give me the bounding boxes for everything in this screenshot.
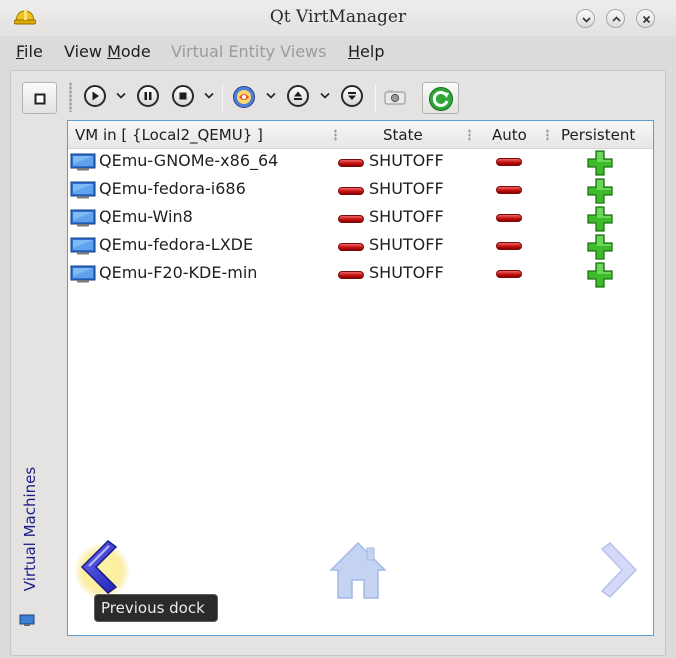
stop-button[interactable] <box>172 85 194 107</box>
home-icon[interactable] <box>327 540 389 602</box>
maximize-icon <box>612 16 621 22</box>
menu-bar: File View Mode Virtual Entity Views Help <box>0 38 676 66</box>
eject-button[interactable] <box>287 85 309 107</box>
vm-name: QEmu-fedora-LXDE <box>99 235 254 254</box>
virt-viewer-icon[interactable] <box>232 85 256 109</box>
shutoff-state-icon <box>338 271 364 279</box>
column-header-auto[interactable]: Auto <box>492 126 527 144</box>
stop-menu-chevron-icon[interactable] <box>204 92 214 100</box>
vm-list-panel: VM in [ {Local2_QEMU} ] State Auto Persi… <box>67 120 654 636</box>
snapshot-icon[interactable] <box>384 89 406 105</box>
eject-icon <box>294 91 302 100</box>
menu-help[interactable]: Help <box>348 42 384 61</box>
table-row[interactable]: QEmu-fedora-i686 SHUTOFF <box>68 177 653 205</box>
toolbar <box>20 78 660 118</box>
window-title: Qt VirtManager <box>269 7 407 27</box>
virtual-machines-dock-tab[interactable]: Virtual Machines <box>14 122 46 634</box>
save-icon <box>348 92 356 100</box>
vm-state: SHUTOFF <box>369 207 444 226</box>
table-header: VM in [ {Local2_QEMU} ] State Auto Persi… <box>68 121 653 149</box>
persistent-plus-icon <box>586 261 614 293</box>
start-button[interactable] <box>84 85 106 107</box>
previous-dock-tooltip: Previous dock <box>94 594 218 622</box>
menu-virtual-entity-views[interactable]: Virtual Entity Views <box>171 42 326 61</box>
close-icon <box>642 15 651 24</box>
minimize-button[interactable] <box>576 9 595 28</box>
autostart-off-icon <box>496 158 522 166</box>
column-resize-handle[interactable] <box>546 129 549 141</box>
table-row[interactable]: QEmu-fedora-LXDE SHUTOFF <box>68 233 653 261</box>
toolbar-separator <box>375 84 376 112</box>
column-resize-handle[interactable] <box>334 129 337 141</box>
autostart-off-icon <box>496 186 522 194</box>
minimize-icon <box>582 17 591 23</box>
vm-monitor-icon <box>70 237 96 259</box>
vm-name: QEmu-GNOMe-x86_64 <box>99 151 279 170</box>
maximize-button[interactable] <box>606 9 625 28</box>
dock-toggle-button[interactable] <box>22 82 57 114</box>
column-header-name[interactable]: VM in [ {Local2_QEMU} ] <box>75 126 263 144</box>
refresh-icon <box>429 87 453 111</box>
vm-state: SHUTOFF <box>369 151 444 170</box>
table-row[interactable]: QEmu-F20-KDE-min SHUTOFF <box>68 261 653 289</box>
menu-view-mode[interactable]: View Mode <box>64 42 151 61</box>
shutoff-state-icon <box>338 187 364 195</box>
vm-monitor-icon <box>70 265 96 287</box>
toolbar-grip[interactable] <box>69 82 72 112</box>
menu-file[interactable]: File <box>16 42 43 61</box>
stop-icon <box>179 92 187 100</box>
column-resize-handle[interactable] <box>468 129 471 141</box>
autostart-off-icon <box>496 242 522 250</box>
start-icon <box>92 91 99 101</box>
autostart-off-icon <box>496 270 522 278</box>
column-header-persistent[interactable]: Persistent <box>561 126 635 144</box>
table-row[interactable]: QEmu-Win8 SHUTOFF <box>68 205 653 233</box>
vm-name: QEmu-fedora-i686 <box>99 179 246 198</box>
vm-monitor-icon <box>70 153 96 175</box>
vm-state: SHUTOFF <box>369 263 444 282</box>
autostart-off-icon <box>496 214 522 222</box>
save-state-button[interactable] <box>341 85 363 107</box>
vm-monitor-icon <box>70 209 96 231</box>
vm-name: QEmu-Win8 <box>99 207 193 226</box>
shutoff-state-icon <box>338 159 364 167</box>
next-dock-icon[interactable] <box>598 539 642 603</box>
shutoff-state-icon <box>338 243 364 251</box>
title-bar: Qt VirtManager <box>0 0 676 36</box>
vm-state: SHUTOFF <box>369 235 444 254</box>
table-row[interactable]: QEmu-GNOMe-x86_64 SHUTOFF <box>68 149 653 177</box>
eject-menu-chevron-icon[interactable] <box>320 92 330 100</box>
vm-monitor-icon <box>70 181 96 203</box>
shutoff-state-icon <box>338 215 364 223</box>
start-menu-chevron-icon[interactable] <box>116 92 126 100</box>
vm-name: QEmu-F20-KDE-min <box>99 263 258 282</box>
dock-tab-label: Virtual Machines <box>21 466 39 592</box>
column-header-state[interactable]: State <box>383 126 423 144</box>
vm-state: SHUTOFF <box>369 179 444 198</box>
monitor-icon <box>19 614 35 626</box>
dock-toggle-icon <box>34 93 46 105</box>
close-button[interactable] <box>636 9 655 28</box>
viewer-menu-chevron-icon[interactable] <box>266 92 276 100</box>
toolbar-separator <box>222 84 223 112</box>
pause-icon <box>144 92 152 100</box>
refresh-button[interactable] <box>422 82 459 114</box>
pause-button[interactable] <box>137 85 159 107</box>
